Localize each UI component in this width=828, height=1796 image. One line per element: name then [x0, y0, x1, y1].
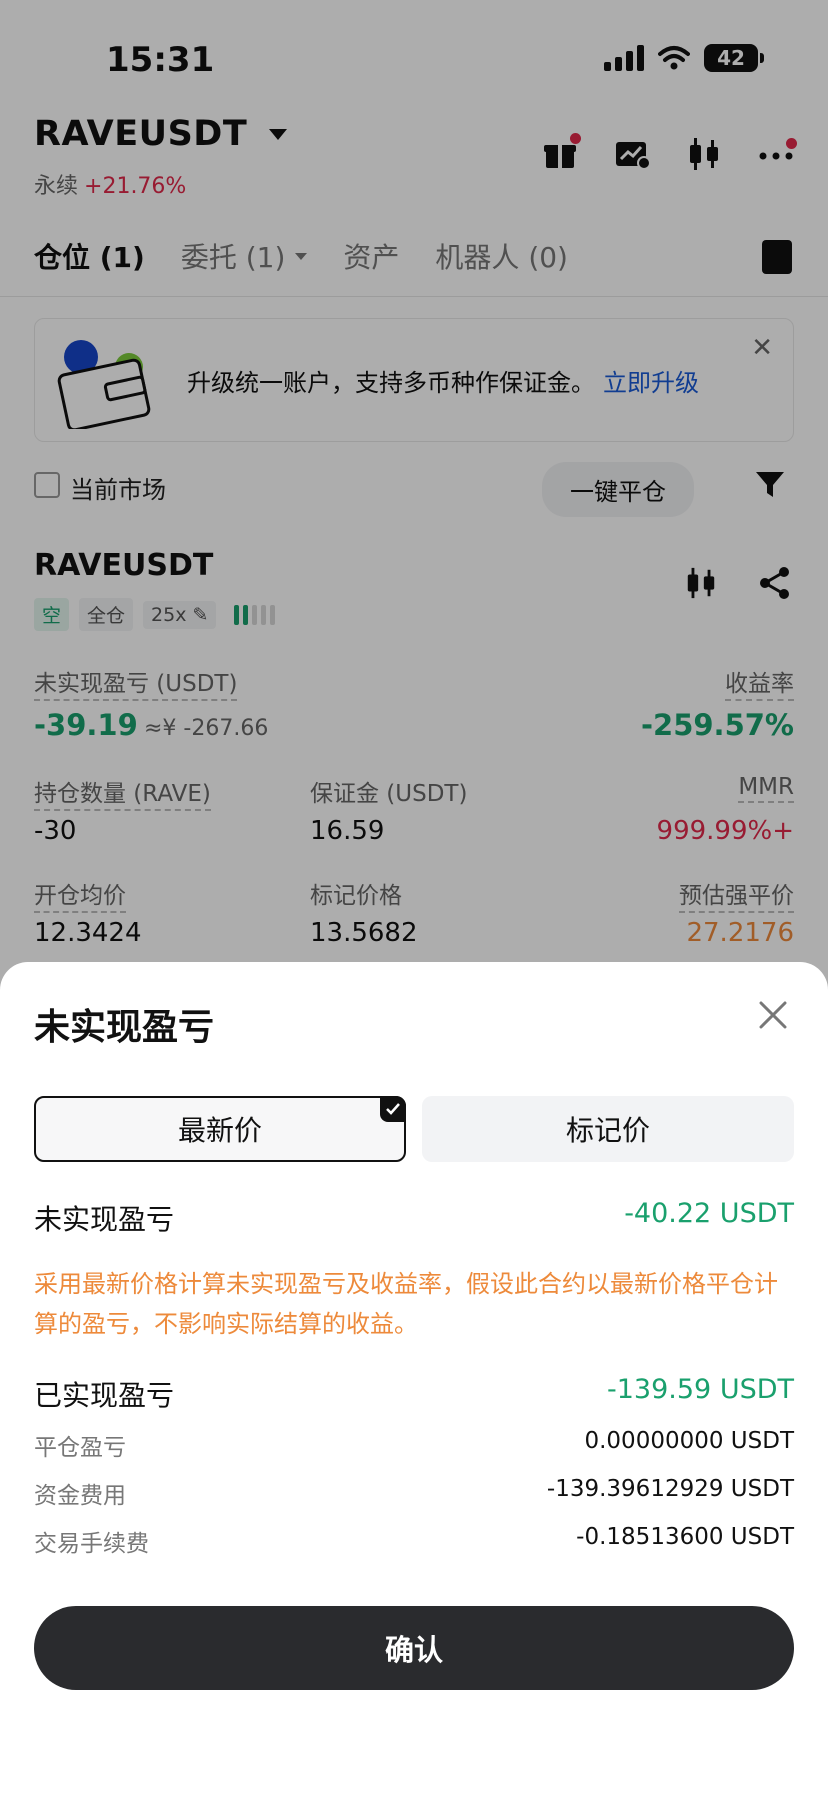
funding-fee-value: -139.39612929 USDT: [546, 1476, 794, 1502]
sheet-title: 未实现盈亏: [34, 1007, 215, 1048]
segment-latest-price[interactable]: 最新价: [34, 1096, 406, 1162]
sheet-unrealized-value: -40.22 USDT: [624, 1198, 794, 1229]
page: 15:31 42 RAVEUSDT 永续 +21.76% 仓位 (1) 委托 (…: [0, 0, 828, 1796]
trading-fee-label: 交易手续费: [34, 1531, 149, 1557]
segment-mark-price[interactable]: 标记价: [422, 1096, 794, 1162]
realized-pnl-label: 已实现盈亏: [34, 1379, 175, 1412]
confirm-button[interactable]: 确认: [34, 1606, 794, 1690]
close-icon[interactable]: [758, 1000, 788, 1030]
close-pnl-value: 0.00000000 USDT: [584, 1428, 794, 1454]
trading-fee-value: -0.18513600 USDT: [576, 1524, 794, 1550]
close-pnl-label: 平仓盈亏: [34, 1435, 126, 1461]
funding-fee-label: 资金费用: [34, 1483, 126, 1509]
segment-latest-label: 最新价: [177, 1114, 262, 1147]
pnl-bottom-sheet: 未实现盈亏 最新价 标记价 未实现盈亏 -40.22 USDT 采用最新价格计算…: [0, 962, 828, 1796]
calculation-note: 采用最新价格计算未实现盈亏及收益率，假设此合约以最新价格平仓计算的盈亏，不影响实…: [34, 1270, 778, 1338]
sheet-unrealized-label: 未实现盈亏: [34, 1203, 175, 1236]
segment-mark-label: 标记价: [565, 1114, 650, 1147]
check-icon: [380, 1096, 406, 1122]
realized-pnl-value: -139.59 USDT: [607, 1374, 794, 1405]
